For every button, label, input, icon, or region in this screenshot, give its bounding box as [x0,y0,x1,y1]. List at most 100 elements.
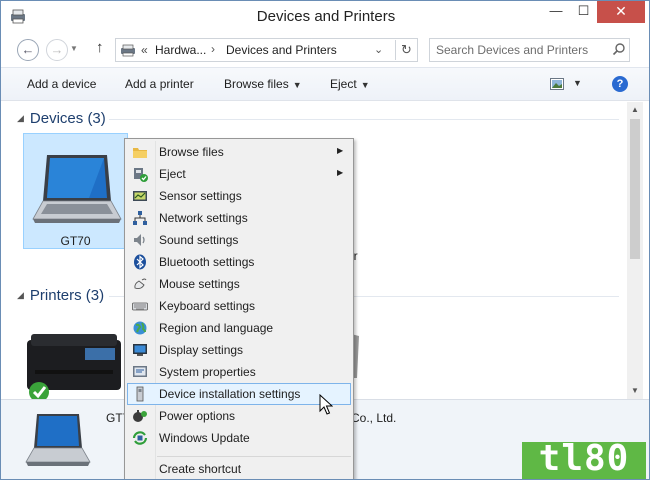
forward-button[interactable]: → [46,39,68,61]
printers-group-header[interactable]: ◢ Printers (3) [17,287,104,304]
breadcrumb-devices-and-printers[interactable]: Devices and Printers [226,43,337,57]
menu-item-label: System properties [159,365,256,379]
address-bar[interactable]: « Hardwa... › Devices and Printers ⌄ ↻ [115,38,418,62]
menu-separator [157,456,351,457]
back-button[interactable]: ← [17,39,39,61]
navigation-bar: ← → ▼ ↑ « Hardwa... › Devices and Printe… [1,35,649,65]
menu-item-system-properties[interactable]: System properties [127,361,351,383]
mouse-icon [134,278,147,290]
menu-item-display-settings[interactable]: Display settings [127,339,351,361]
menu-item-label: Network settings [159,211,248,225]
address-dropdown-chevron-icon[interactable]: ⌄ [374,43,383,56]
menu-item-label: Display settings [159,343,244,357]
add-a-device-button[interactable]: Add a device [27,77,96,91]
menu-item-keyboard-settings[interactable]: Keyboard settings [127,295,351,317]
menu-item-bluetooth-settings[interactable]: Bluetooth settings [127,251,351,273]
laptop-icon [25,414,91,466]
menu-item-label: Bluetooth settings [159,255,255,269]
chevron-down-icon: ▼ [292,80,302,90]
add-a-printer-button[interactable]: Add a printer [125,77,194,91]
menu-item-region-and-language[interactable]: Region and language [127,317,351,339]
device-context-menu: Browse files ▶ Eject ▶ Sensor settings N… [124,138,354,479]
watermark-text: tl80 [538,438,630,479]
menu-item-label: Power options [159,409,236,423]
refresh-button[interactable]: ↻ [395,40,417,60]
menu-item-label: Windows Update [159,431,250,445]
scroll-up-arrow-icon[interactable]: ▲ [627,102,643,118]
search-input[interactable] [436,42,606,58]
windows-update-icon [132,431,148,445]
browse-files-button[interactable]: Browse files ▼ [224,77,302,91]
browse-files-label: Browse files [224,77,289,91]
network-icon [133,211,147,225]
up-button[interactable]: ↑ [96,39,104,56]
maximize-button[interactable]: ☐ [570,1,597,23]
details-manufacturer: Co., Ltd. [351,411,397,425]
menu-item-sensor-settings[interactable]: Sensor settings [127,185,351,207]
menu-item-label: Browse files [159,145,224,159]
help-icon[interactable]: ? [612,76,628,92]
menu-item-label: Keyboard settings [159,299,256,313]
menu-item-label: Sensor settings [159,189,242,203]
device-tile-gt70[interactable]: GT70 [23,133,128,249]
view-options-chevron-icon[interactable]: ▼ [573,78,582,88]
title-bar: Devices and Printers — ☐ ✕ [1,1,649,33]
speaker-icon [134,234,145,246]
scrollbar-thumb[interactable] [630,119,640,259]
search-icon[interactable] [612,42,626,56]
eject-icon [134,168,148,182]
menu-item-label: Region and language [159,321,274,335]
bluetooth-icon [134,254,146,270]
group-divider [109,119,619,120]
sensor-icon [133,191,147,201]
menu-item-power-options[interactable]: Power options [127,405,351,427]
printers-group-label: Printers (3) [29,287,105,304]
chevron-down-icon: ▼ [360,80,370,90]
menu-item-windows-update[interactable]: Windows Update [127,427,351,449]
submenu-arrow-icon: ▶ [337,168,344,177]
power-icon [133,410,147,422]
laptop-icon [32,155,122,223]
keyboard-icon [132,302,148,311]
monitor-icon [133,344,147,356]
minimize-button[interactable]: — [542,1,570,23]
printer-icon[interactable] [25,330,125,399]
collapse-triangle-icon: ◢ [17,290,24,300]
recent-locations-chevron-icon[interactable]: ▼ [70,44,78,53]
close-button[interactable]: ✕ [597,1,645,23]
menu-item-label: Sound settings [159,233,239,247]
menu-item-label: Create shortcut [159,462,242,476]
menu-item-eject[interactable]: Eject ▶ [127,163,351,185]
scroll-down-arrow-icon[interactable]: ▼ [627,383,643,399]
eject-label: Eject [330,77,357,91]
menu-item-create-shortcut[interactable]: Create shortcut [127,458,351,479]
collapse-triangle-icon: ◢ [17,113,24,123]
command-bar: Add a device Add a printer Browse files ▼… [1,67,649,101]
watermark-logo: tl80 [522,438,646,479]
devices-and-printers-window: Devices and Printers — ☐ ✕ ← → ▼ ↑ « Har… [0,0,650,480]
devices-printers-location-icon [121,44,135,57]
device-install-icon [136,386,144,402]
breadcrumb-hardware[interactable]: Hardwa... [155,43,206,57]
menu-item-sound-settings[interactable]: Sound settings [127,229,351,251]
menu-item-browse-files[interactable]: Browse files ▶ [127,141,351,163]
menu-item-network-settings[interactable]: Network settings [127,207,351,229]
device-label-gt70: GT70 [60,234,91,248]
submenu-arrow-icon: ▶ [337,146,344,155]
globe-icon [133,321,147,335]
folder-icon [133,148,147,158]
menu-item-mouse-settings[interactable]: Mouse settings [127,273,351,295]
menu-item-label: Eject [159,167,186,181]
eject-button[interactable]: Eject ▼ [330,77,370,91]
menu-item-device-installation-settings[interactable]: Device installation settings [127,383,351,405]
devices-group-label: Devices (3) [29,110,106,127]
breadcrumb-separator[interactable]: › [211,42,215,56]
change-view-icon[interactable] [550,78,564,90]
system-icon [133,366,147,377]
mouse-pointer-icon [319,394,333,415]
vertical-scrollbar[interactable]: ▲ ▼ [627,102,643,399]
menu-item-label: Mouse settings [159,277,240,291]
breadcrumb-overflow-chevron[interactable]: « [141,43,148,57]
search-box[interactable] [429,38,630,62]
devices-group-header[interactable]: ◢ Devices (3) [17,110,106,127]
